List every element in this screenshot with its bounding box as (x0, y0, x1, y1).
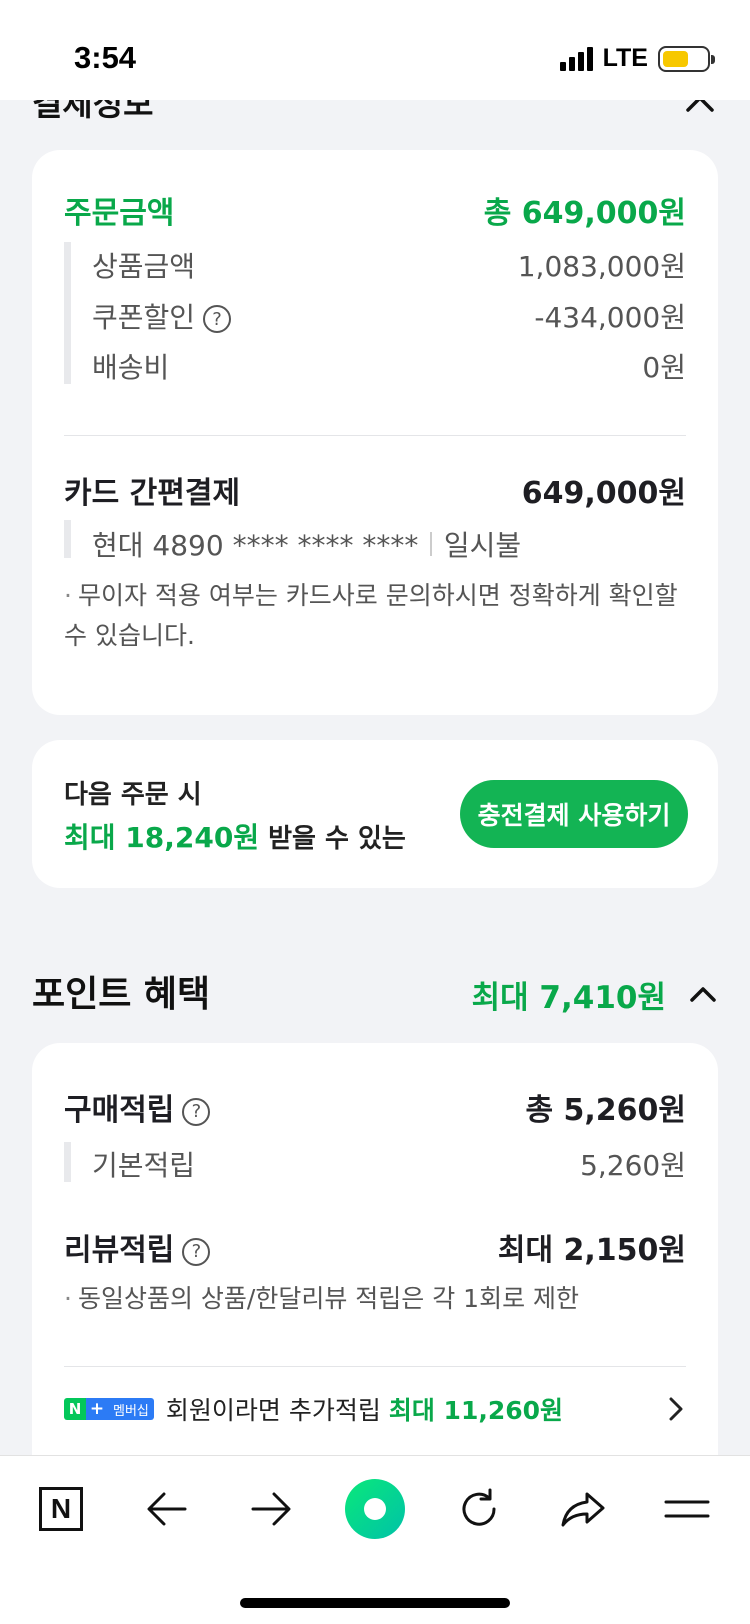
order-total-value: 총 649,000원 (483, 196, 686, 231)
question-icon[interactable]: ? (203, 305, 232, 333)
use-charge-payment-button[interactable]: 충전결제 사용하기 (460, 780, 688, 848)
arrow-right-icon (251, 1492, 291, 1526)
status-bar: 3:54 LTE (0, 0, 750, 100)
forward-button[interactable] (236, 1478, 306, 1540)
shipping-fee-label: 배송비 (92, 351, 170, 384)
order-item-row: 쿠폰할인? -434,000원 (92, 296, 686, 336)
review-points-row: 리뷰적립? 최대 2,150원 (64, 1225, 686, 1269)
menu-button[interactable] (652, 1478, 722, 1540)
card-detail-bar (64, 520, 71, 558)
points-max-value: 최대 7,410원 (471, 980, 666, 1016)
divider (64, 435, 686, 436)
home-indicator (240, 1598, 510, 1608)
points-section-title: 포인트 혜택 (32, 974, 211, 1015)
hamburger-menu-icon (664, 1500, 710, 1518)
promo-suffix: 받을 수 있는 (268, 824, 406, 854)
charge-promo-card: 다음 주문 시 최대 18,240원 받을 수 있는 충전결제 사용하기 (32, 740, 718, 888)
promo-line1: 다음 주문 시 (64, 780, 202, 810)
naver-home-button[interactable]: N (26, 1478, 96, 1540)
green-dot-button[interactable] (340, 1478, 410, 1540)
browser-toolbar: N (0, 1455, 750, 1624)
order-total-row: 주문금액 총 649,000원 (64, 188, 686, 232)
promo-amount: 최대 18,240원 (64, 821, 260, 854)
arrow-left-icon (147, 1492, 187, 1526)
promo-line2: 최대 18,240원 받을 수 있는 (64, 816, 406, 856)
review-points-label: 리뷰적립? (64, 1225, 211, 1269)
payment-method-label: 카드 간편결제 (64, 476, 241, 511)
points-section-toggle[interactable]: 최대 7,410원 (472, 972, 718, 1017)
divider (64, 1366, 686, 1367)
share-button[interactable] (548, 1478, 618, 1540)
naver-membership-badge: N (64, 1398, 86, 1420)
order-item-row: 상품금액 1,083,000원 (92, 245, 686, 285)
question-icon[interactable]: ? (182, 1237, 211, 1266)
signal-icon (559, 46, 593, 71)
installment-type: 일시불 (443, 529, 522, 562)
payment-method-row: 카드 간편결제 649,000원 (64, 468, 686, 512)
order-total-label: 주문금액 (64, 196, 175, 231)
coupon-discount-label: 쿠폰할인? (92, 296, 232, 336)
order-item-row: 배송비 0원 (92, 346, 686, 386)
order-detail-bar (64, 242, 71, 384)
card-number: 현대 4890 **** **** **** (92, 529, 419, 562)
coupon-discount-value: -434,000원 (534, 301, 686, 334)
status-time: 3:54 (74, 40, 137, 75)
card-info-row: 현대 4890 **** **** **** 일시불 (92, 524, 686, 564)
review-points-value: 최대 2,150원 (497, 1233, 686, 1268)
separator (430, 532, 432, 556)
naver-n-icon: N (39, 1487, 83, 1531)
payment-amount-value: 649,000원 (521, 476, 686, 511)
membership-text: 회원이라면 추가적립 (165, 1396, 381, 1425)
basic-points-value: 5,260원 (580, 1149, 686, 1182)
order-summary-card: 주문금액 총 649,000원 상품금액 1,083,000원 쿠폰할인? -4… (32, 150, 718, 715)
plus-icon: + (86, 1398, 108, 1420)
points-detail-bar (64, 1142, 71, 1182)
battery-icon (658, 45, 715, 72)
shipping-fee-value: 0원 (642, 351, 686, 384)
refresh-icon (462, 1488, 496, 1526)
membership-amount: 최대 11,260원 (388, 1396, 564, 1425)
network-label: LTE (602, 44, 648, 72)
basic-points-row: 기본적립 5,260원 (92, 1144, 686, 1184)
interest-free-note: · 무이자 적용 여부는 카드사로 문의하시면 정확하게 확인할 수 있습니다. (64, 581, 678, 650)
back-button[interactable] (132, 1478, 202, 1540)
membership-badge-text: 멤버십 (108, 1398, 154, 1420)
product-amount-label: 상품금액 (92, 250, 196, 283)
green-dot-icon (345, 1479, 405, 1539)
purchase-points-total: 총 5,260원 (525, 1093, 686, 1128)
product-amount-value: 1,083,000원 (517, 250, 686, 283)
question-icon[interactable]: ? (182, 1097, 211, 1126)
purchase-points-row: 구매적립? 총 5,260원 (64, 1085, 686, 1129)
chevron-right-icon[interactable] (666, 1395, 686, 1423)
purchase-points-label: 구매적립? (64, 1085, 211, 1129)
refresh-button[interactable] (444, 1478, 514, 1540)
share-icon (561, 1492, 605, 1527)
review-points-note: · 동일상품의 상품/한달리뷰 적립은 각 1회로 제한 (64, 1284, 580, 1313)
chevron-up-icon[interactable] (688, 980, 718, 1010)
basic-points-label: 기본적립 (92, 1149, 196, 1182)
membership-link[interactable]: N + 멤버십 회원이라면 추가적립 최대 11,260원 (64, 1391, 686, 1427)
status-indicators: LTE (559, 44, 715, 73)
points-card: 구매적립? 총 5,260원 기본적립 5,260원 리뷰적립? 최대 2,15… (32, 1043, 718, 1463)
